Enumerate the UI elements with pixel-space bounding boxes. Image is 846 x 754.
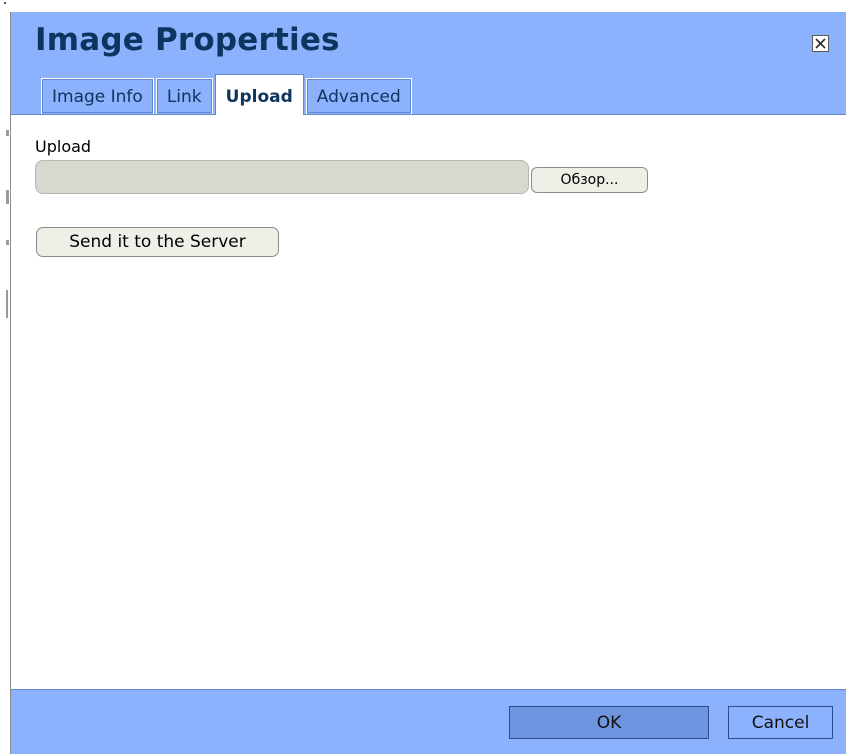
send-to-server-button[interactable]: Send it to the Server [36,227,279,257]
tab-upload[interactable]: Upload [214,74,304,115]
edge-mark [6,240,9,245]
image-properties-dialog: Image Properties Image Info Link Upload … [11,12,846,754]
tab-link[interactable]: Link [155,78,213,114]
edge-dot [4,2,6,4]
edge-mark [6,190,9,204]
upload-tab-panel: Upload Обзор... Send it to the Server [11,115,846,690]
tab-bar: Image Info Link Upload Advanced [41,73,414,115]
page: Image Properties Image Info Link Upload … [0,0,846,754]
upload-field-label: Upload [35,137,92,156]
browse-button[interactable]: Обзор... [531,167,648,193]
dialog-title: Image Properties [35,22,340,58]
edge-mark [6,290,8,318]
ok-button[interactable]: OK [509,706,709,739]
close-icon[interactable] [812,35,829,52]
dialog-footer: OK Cancel [11,689,846,754]
file-path-input[interactable] [35,160,529,194]
tab-advanced[interactable]: Advanced [305,78,412,114]
dialog-header: Image Properties Image Info Link Upload … [11,12,846,115]
tab-image-info[interactable]: Image Info [41,78,154,114]
cancel-button[interactable]: Cancel [728,706,833,739]
edge-mark [6,130,9,136]
